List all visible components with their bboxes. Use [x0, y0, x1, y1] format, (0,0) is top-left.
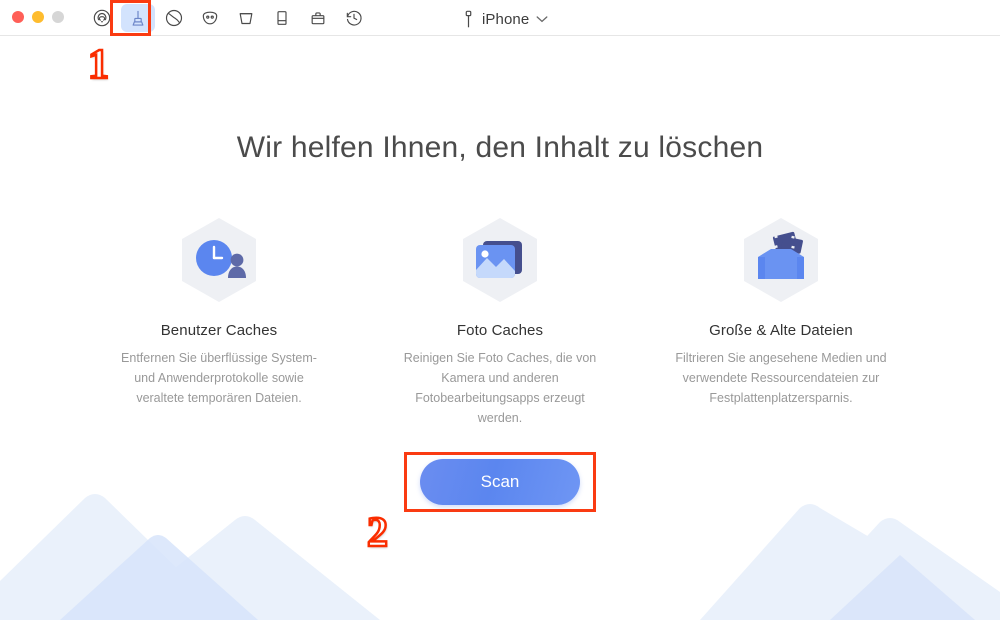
- toolbar-item-trash[interactable]: [229, 4, 263, 32]
- maximize-button[interactable]: [52, 11, 64, 23]
- annotation-step-1: 1: [87, 42, 111, 88]
- feature-description: Filtrieren Sie angesehene Medien und ver…: [675, 351, 887, 405]
- scan-button[interactable]: Scan: [420, 459, 580, 505]
- trash-bucket-icon: [239, 13, 253, 25]
- feature-list: Benutzer Caches Entfernen Sie überflüssi…: [104, 216, 896, 428]
- minimize-button[interactable]: [32, 11, 44, 23]
- device-selector[interactable]: iPhone: [462, 8, 548, 30]
- lightning-device-icon: [465, 10, 472, 27]
- globe-slash-icon: [165, 9, 183, 27]
- toolbox-icon: [311, 12, 325, 25]
- feature-title: Große & Alte Dateien: [709, 322, 853, 339]
- window-controls: [12, 11, 64, 23]
- device-label: iPhone: [482, 10, 530, 28]
- feature-description: Entfernen Sie überflüssige System- und A…: [121, 351, 317, 405]
- toolbar-item-privacy[interactable]: [157, 4, 191, 32]
- annotation-step-2: 2: [366, 510, 390, 556]
- close-button[interactable]: [12, 11, 24, 23]
- feature-title: Foto Caches: [456, 322, 544, 339]
- toolbar-item-clean[interactable]: [121, 4, 155, 32]
- feature-photo-caches: Foto Caches Reinigen Sie Foto Caches, di…: [385, 216, 615, 428]
- chevron-down-icon: [536, 16, 548, 23]
- photo-caches-icon: [457, 216, 543, 308]
- broom-icon: [132, 10, 144, 26]
- title-bar: iPhone: [0, 0, 1000, 36]
- page-title: Wir helfen Ihnen, den Inhalt zu löschen: [236, 131, 764, 164]
- feature-title: Benutzer Caches: [160, 322, 278, 339]
- toolbar-item-device[interactable]: [265, 4, 299, 32]
- feature-description: Reinigen Sie Foto Caches, die von Kamera…: [403, 351, 597, 425]
- toolbar-item-airdrop[interactable]: [85, 4, 119, 32]
- feature-user-caches: Benutzer Caches Entfernen Sie überflüssi…: [104, 216, 334, 428]
- clock-history-icon: [346, 10, 362, 26]
- toolbar-item-mask[interactable]: [193, 4, 227, 32]
- airdrop-icon: [93, 9, 111, 27]
- phone-icon: [277, 11, 287, 25]
- large-old-files-icon: [738, 216, 824, 308]
- toolbar: [85, 4, 373, 32]
- toolbar-item-history[interactable]: [337, 4, 371, 32]
- app-window: iPhone Wir helfen Ihnen, den Inhalt zu l…: [0, 0, 1000, 620]
- user-caches-icon: [176, 216, 262, 308]
- mask-icon: [202, 11, 218, 25]
- toolbar-item-toolbox[interactable]: [301, 4, 335, 32]
- scan-button-area: Scan: [404, 452, 596, 512]
- feature-large-old-files: Große & Alte Dateien Filtrieren Sie ange…: [666, 216, 896, 428]
